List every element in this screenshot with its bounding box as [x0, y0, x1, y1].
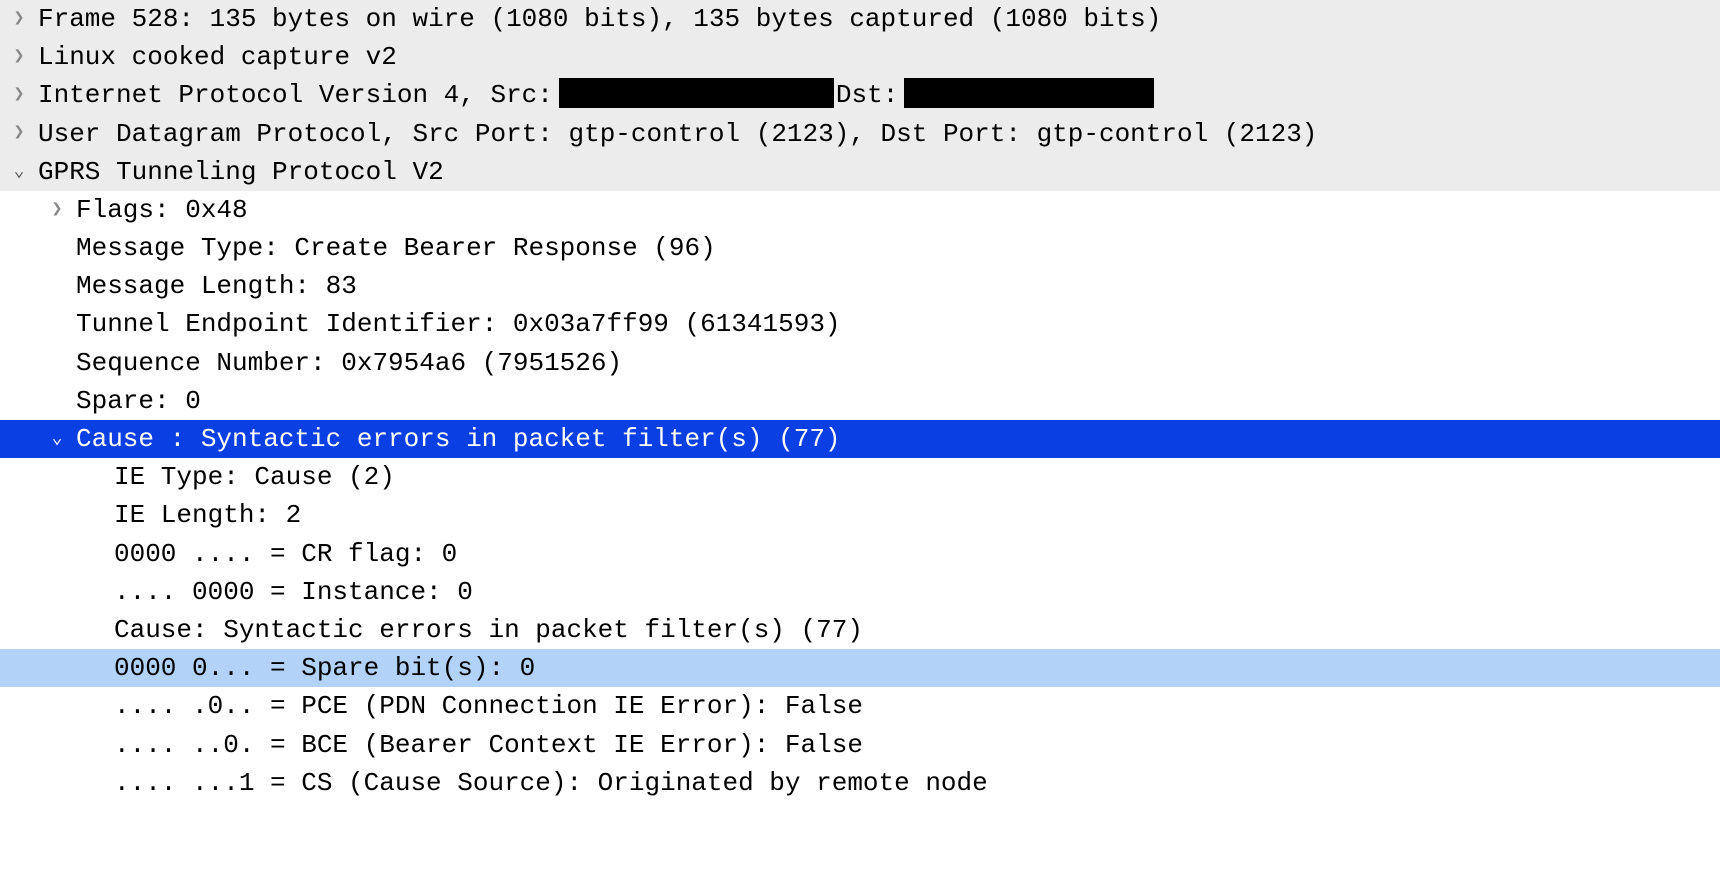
spare-bits-label: 0000 0... = Spare bit(s): 0 [114, 649, 535, 687]
seq-label: Sequence Number: 0x7954a6 (7951526) [76, 344, 622, 382]
msg-len-label: Message Length: 83 [76, 267, 357, 305]
tree-item-teid[interactable]: Tunnel Endpoint Identifier: 0x03a7ff99 (… [0, 306, 1720, 344]
chevron-right-icon[interactable]: ❯ [38, 197, 76, 223]
tree-item-linux-cooked[interactable]: ❯ Linux cooked capture v2 [0, 38, 1720, 76]
frame-summary: Frame 528: 135 bytes on wire (1080 bits)… [38, 0, 1161, 38]
redacted-dst-ip [904, 78, 1154, 108]
tree-item-spare-bits[interactable]: 0000 0... = Spare bit(s): 0 [0, 649, 1720, 687]
chevron-right-icon[interactable]: ❯ [0, 120, 38, 146]
msg-type-label: Message Type: Create Bearer Response (96… [76, 229, 716, 267]
cr-flag-label: 0000 .... = CR flag: 0 [114, 535, 457, 573]
chevron-right-icon[interactable]: ❯ [0, 6, 38, 32]
tree-item-udp[interactable]: ❯ User Datagram Protocol, Src Port: gtp-… [0, 115, 1720, 153]
tree-item-seq[interactable]: Sequence Number: 0x7954a6 (7951526) [0, 344, 1720, 382]
tree-item-cause[interactable]: ⌄ Cause : Syntactic errors in packet fil… [0, 420, 1720, 458]
cs-label: .... ...1 = CS (Cause Source): Originate… [114, 764, 988, 802]
pce-label: .... .0.. = PCE (PDN Connection IE Error… [114, 687, 863, 725]
udp-summary: User Datagram Protocol, Src Port: gtp-co… [38, 115, 1317, 153]
tree-item-flags[interactable]: ❯ Flags: 0x48 [0, 191, 1720, 229]
linux-cooked-summary: Linux cooked capture v2 [38, 38, 397, 76]
tree-item-gtpv2[interactable]: ⌄ GPRS Tunneling Protocol V2 [0, 153, 1720, 191]
tree-item-cr-flag[interactable]: 0000 .... = CR flag: 0 [0, 535, 1720, 573]
chevron-right-icon[interactable]: ❯ [0, 44, 38, 70]
tree-item-spare[interactable]: Spare: 0 [0, 382, 1720, 420]
tree-item-pce[interactable]: .... .0.. = PCE (PDN Connection IE Error… [0, 687, 1720, 725]
tree-item-ipv4[interactable]: ❯ Internet Protocol Version 4, Src: Dst: [0, 76, 1720, 114]
instance-label: .... 0000 = Instance: 0 [114, 573, 473, 611]
spare-label: Spare: 0 [76, 382, 201, 420]
tree-item-frame[interactable]: ❯ Frame 528: 135 bytes on wire (1080 bit… [0, 0, 1720, 38]
redacted-src-ip [559, 78, 834, 108]
chevron-down-icon[interactable]: ⌄ [0, 159, 38, 185]
ie-length-label: IE Length: 2 [114, 496, 301, 534]
gtpv2-summary: GPRS Tunneling Protocol V2 [38, 153, 444, 191]
teid-label: Tunnel Endpoint Identifier: 0x03a7ff99 (… [76, 305, 841, 343]
cause-value-label: Cause: Syntactic errors in packet filter… [114, 611, 863, 649]
ipv4-src-label: Internet Protocol Version 4, Src: [38, 76, 553, 114]
packet-details-panel: ❯ Frame 528: 135 bytes on wire (1080 bit… [0, 0, 1720, 802]
ipv4-dst-label: Dst: [836, 76, 898, 114]
chevron-down-icon[interactable]: ⌄ [38, 426, 76, 452]
tree-item-msg-type[interactable]: Message Type: Create Bearer Response (96… [0, 229, 1720, 267]
tree-item-ie-length[interactable]: IE Length: 2 [0, 496, 1720, 534]
cause-header-label: Cause : Syntactic errors in packet filte… [76, 420, 841, 458]
ie-type-label: IE Type: Cause (2) [114, 458, 395, 496]
bce-label: .... ..0. = BCE (Bearer Context IE Error… [114, 726, 863, 764]
chevron-right-icon[interactable]: ❯ [0, 82, 38, 108]
tree-item-cs[interactable]: .... ...1 = CS (Cause Source): Originate… [0, 764, 1720, 802]
tree-item-cause-value[interactable]: Cause: Syntactic errors in packet filter… [0, 611, 1720, 649]
tree-item-instance[interactable]: .... 0000 = Instance: 0 [0, 573, 1720, 611]
flags-label: Flags: 0x48 [76, 191, 248, 229]
tree-item-bce[interactable]: .... ..0. = BCE (Bearer Context IE Error… [0, 726, 1720, 764]
tree-item-ie-type[interactable]: IE Type: Cause (2) [0, 458, 1720, 496]
tree-item-msg-len[interactable]: Message Length: 83 [0, 267, 1720, 305]
